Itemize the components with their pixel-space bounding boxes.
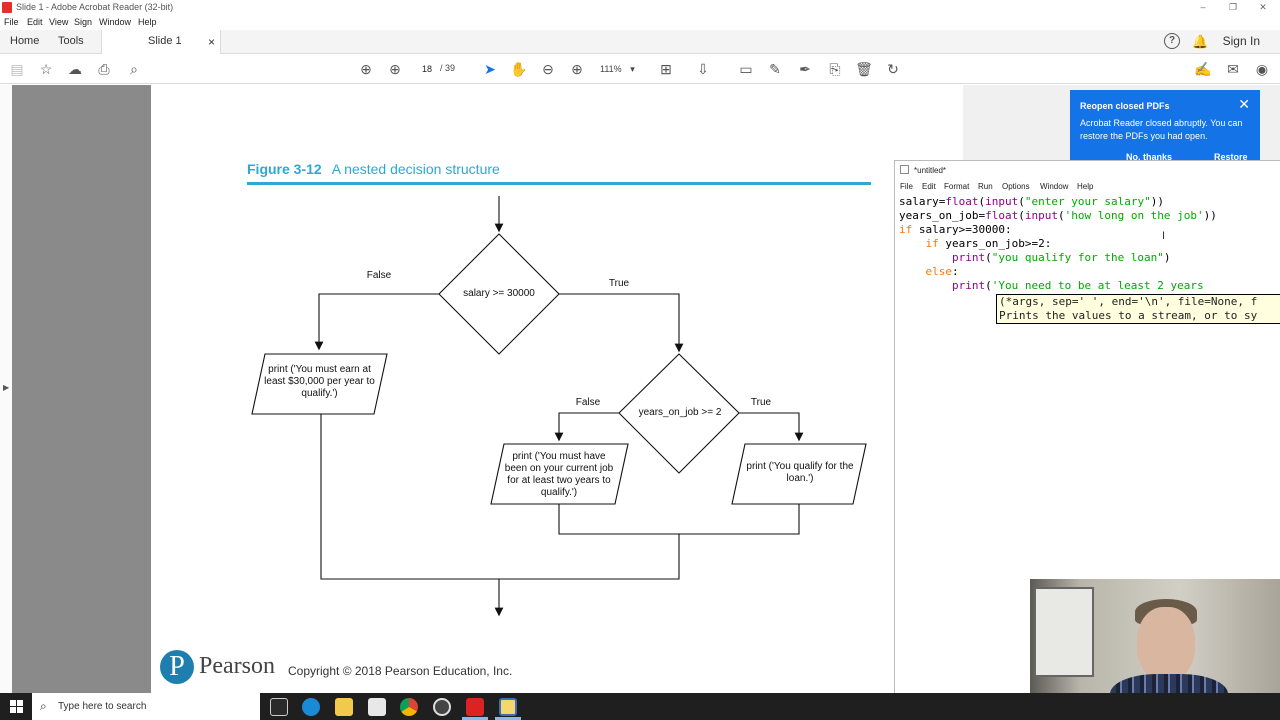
acrobat-taskbar-icon[interactable] [466, 698, 484, 716]
idle-menu-run[interactable]: Run [978, 182, 993, 191]
search-placeholder: Type here to search [58, 701, 147, 712]
idle-menu-file[interactable]: File [900, 182, 913, 191]
close-icon[interactable]: ✕ [1238, 96, 1250, 113]
file-explorer-icon[interactable] [335, 698, 353, 716]
taskbar-search[interactable]: ⌕ Type here to search [32, 693, 260, 720]
code-editor[interactable]: salary=float(input("enter your salary"))… [899, 195, 1217, 293]
notification-title: Reopen closed PDFs [1080, 101, 1170, 111]
true-label-2: True [750, 397, 772, 408]
windows-start-icon[interactable] [10, 700, 24, 714]
idle-menu-edit[interactable]: Edit [922, 182, 936, 191]
true-label: True [608, 278, 630, 289]
output-qualify-label: print ('You qualify for the loan.') [746, 461, 854, 484]
decision-years-label: years_on_job >= 2 [638, 407, 722, 418]
idle-menu-window[interactable]: Window [1040, 182, 1068, 191]
notification-body: Acrobat Reader closed abruptly. You can … [1080, 118, 1243, 141]
chrome-icon[interactable] [400, 698, 418, 716]
taskbar: ⌕ Type here to search [0, 693, 1280, 720]
copyright-text: Copyright © 2018 Pearson Education, Inc. [288, 664, 513, 678]
store-icon[interactable] [368, 698, 386, 716]
idle-menu-format[interactable]: Format [944, 182, 969, 191]
idle-menu-help[interactable]: Help [1077, 182, 1093, 191]
idle-menu-options[interactable]: Options [1002, 182, 1030, 191]
whiteboard [1034, 587, 1094, 677]
idle-taskbar-icon[interactable] [499, 698, 517, 716]
presenter-face [1137, 607, 1195, 681]
idle-title: *untitled* [914, 166, 947, 175]
search-icon: ⌕ [40, 699, 47, 713]
false-label: False [366, 270, 392, 281]
pearson-brand: Pearson [199, 653, 275, 679]
pearson-logo: P [160, 650, 194, 684]
idle-title-bar: *untitled* [895, 161, 1280, 179]
idle-menu-bar: File Edit Format Run Options Window Help [895, 181, 1280, 194]
output-must-have-label: print ('You must have been on your curre… [504, 451, 614, 498]
edge-icon[interactable] [302, 698, 320, 716]
calltip-signature: (*args, sep=' ', end='\n', file=None, f [999, 295, 1258, 308]
output-must-earn-label: print ('You must earn at least $30,000 p… [264, 364, 375, 399]
decision-salary-label: salary >= 30000 [463, 288, 535, 299]
calltip-doc: Prints the values to a stream, or to sy [999, 309, 1258, 322]
ibeam-cursor-icon: I [1162, 230, 1166, 242]
reopen-notification: Reopen closed PDFs ✕ Acrobat Reader clos… [1070, 90, 1260, 162]
false-label-2: False [575, 397, 601, 408]
python-file-icon [900, 165, 909, 174]
print-calltip: (*args, sep=' ', end='\n', file=None, f … [996, 294, 1280, 324]
obs-icon[interactable] [433, 698, 451, 716]
task-view-icon[interactable] [270, 698, 288, 716]
